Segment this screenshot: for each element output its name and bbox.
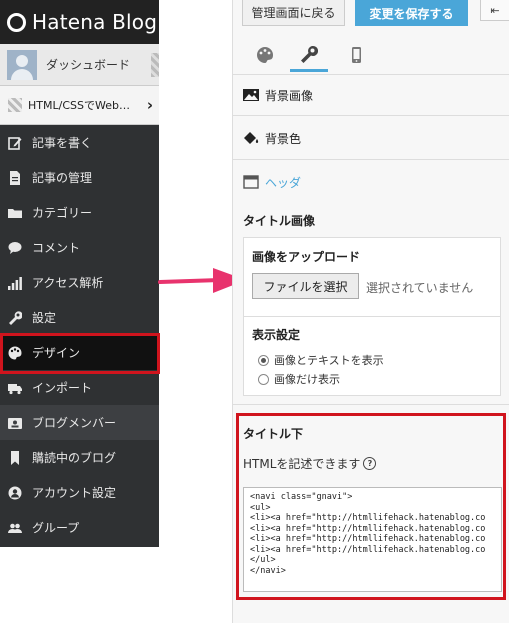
sidebar-item-label: グループ: [32, 521, 80, 535]
sidebar-item-manage-entries[interactable]: 記事の管理: [0, 160, 159, 195]
sidebar-item-write[interactable]: 記事を書く: [0, 125, 159, 160]
sidebar-item-label: ブログメンバー: [32, 416, 117, 430]
header-layout-icon: [243, 175, 259, 189]
blog-icon: [8, 98, 22, 112]
tab-smartphone[interactable]: [337, 38, 375, 72]
save-changes-button[interactable]: 変更を保存する: [355, 0, 468, 26]
sidebar-item-comment[interactable]: コメント: [0, 230, 159, 265]
back-to-admin-button[interactable]: 管理画面に戻る: [242, 0, 345, 26]
folder-icon: [8, 206, 22, 220]
radio-button[interactable]: [258, 373, 269, 385]
hatena-logo[interactable]: Hatena Blog: [0, 0, 159, 44]
sidebar-item-label: アカウント設定: [32, 486, 117, 500]
bar-chart-icon: [8, 276, 22, 290]
title-below-highlight-frame: [236, 413, 506, 600]
tab-palette[interactable]: [246, 38, 284, 72]
sidebar-item-label: 購読中のブログ: [32, 451, 117, 465]
radio-label: 画像だけ表示: [274, 373, 340, 386]
blog-name: HTML/CSSでWeb…: [28, 99, 130, 112]
upload-image-label: 画像をアップロード: [252, 250, 361, 264]
sidebar-item-subscriptions[interactable]: 購読中のブログ: [0, 440, 159, 475]
truck-icon: [8, 381, 22, 395]
title-image-card: 画像をアップロード ファイルを選択 選択されていません 表示設定 画像とテキスト…: [243, 237, 501, 396]
sidebar-item-label: カテゴリー: [32, 206, 93, 220]
bookmark-icon: [8, 450, 22, 465]
radio-button-checked[interactable]: [258, 354, 269, 366]
sidebar-item-label: 設定: [32, 311, 57, 325]
tab-customize[interactable]: [290, 38, 328, 72]
blog-switcher[interactable]: HTML/CSSでWeb… ›: [0, 85, 159, 125]
radio-label: 画像とテキストを表示: [274, 354, 384, 367]
card-divider: [244, 316, 500, 317]
sidebar-item-access-analysis[interactable]: アクセス解析: [0, 265, 159, 300]
sidebar: Hatena Blog ダッシュボード HTML/CSSでWeb… › 記事を書…: [0, 0, 159, 547]
sidebar-item-label: アクセス解析: [32, 276, 104, 290]
dashboard-label: ダッシュボード: [46, 58, 131, 72]
sidebar-item-settings[interactable]: 設定: [0, 300, 159, 335]
radio-image-only[interactable]: 画像だけ表示: [258, 371, 340, 387]
sidebar-item-account-settings[interactable]: アカウント設定: [0, 475, 159, 510]
panel-toolbar: 管理画面に戻る 変更を保存する ⇤: [233, 0, 509, 34]
section-label: 背景画像: [265, 88, 314, 103]
sidebar-item-label: コメント: [32, 241, 81, 255]
sidebar-item-blog-members[interactable]: ブログメンバー: [0, 405, 159, 440]
no-file-selected-text: 選択されていません: [366, 281, 474, 295]
group-icon: [8, 521, 22, 535]
choose-file-button[interactable]: ファイルを選択: [252, 273, 359, 299]
blog-thumbnail: [151, 53, 159, 77]
document-icon: [8, 170, 22, 185]
smartphone-icon: [352, 47, 361, 63]
paint-bucket-icon: [243, 131, 259, 145]
sidebar-item-group[interactable]: グループ: [0, 510, 159, 545]
palette-icon: [257, 47, 273, 63]
image-icon: [243, 88, 259, 102]
section-background-image[interactable]: 背景画像: [233, 75, 509, 116]
user-circle-icon: [8, 486, 22, 500]
collapse-arrow-icon[interactable]: ⇤: [480, 0, 509, 21]
title-image-heading: タイトル画像: [243, 214, 316, 228]
radio-image-and-text[interactable]: 画像とテキストを表示: [258, 352, 384, 368]
avatar: [7, 49, 37, 80]
section-background-color[interactable]: 背景色: [233, 117, 509, 160]
section-header[interactable]: ヘッダ: [233, 161, 509, 203]
chevron-right-icon: ›: [146, 96, 153, 114]
id-card-icon: [8, 416, 22, 430]
wrench-icon: [8, 310, 22, 325]
comment-icon: [8, 241, 22, 255]
sidebar-item-label: 記事の管理: [32, 171, 93, 185]
wrench-icon: [301, 45, 318, 63]
sidebar-item-label: 記事を書く: [32, 136, 93, 150]
logo-text: Hatena Blog: [32, 10, 158, 34]
section-label: 背景色: [265, 131, 302, 146]
sidebar-item-label: インポート: [32, 381, 93, 395]
sidebar-item-category[interactable]: カテゴリー: [0, 195, 159, 230]
pencil-icon: [8, 136, 22, 150]
dashboard-link[interactable]: ダッシュボード: [0, 44, 159, 85]
logo-circle-icon: [7, 12, 26, 32]
section-label: ヘッダ: [265, 175, 302, 190]
display-settings-label: 表示設定: [252, 328, 301, 342]
sidebar-item-import[interactable]: インポート: [0, 370, 159, 405]
design-highlight-frame: [0, 333, 160, 374]
panel-tabs: [233, 34, 509, 75]
divider: [233, 404, 509, 405]
